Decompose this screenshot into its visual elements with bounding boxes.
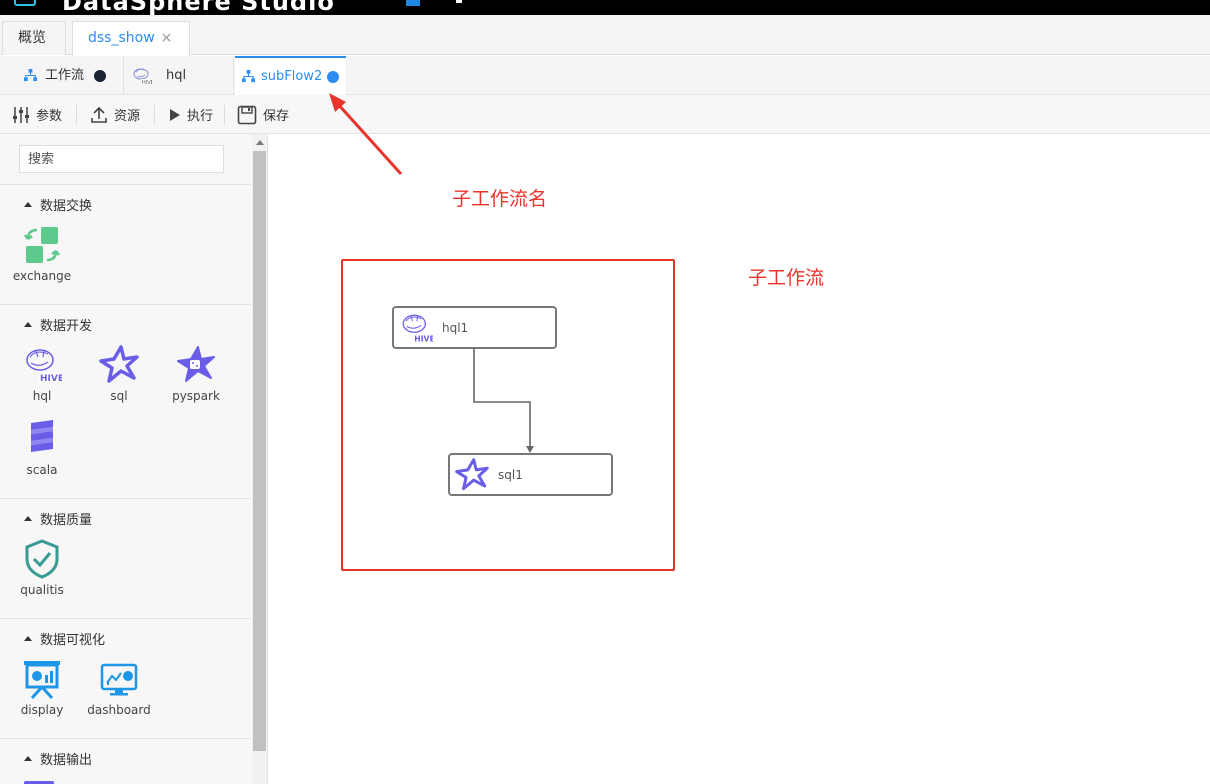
flow-node-sql1[interactable]: sql1 bbox=[448, 453, 613, 496]
svg-text:HIVE: HIVE bbox=[414, 334, 433, 343]
annotation-subflow-name: 子工作流名 bbox=[452, 188, 548, 210]
annotation-subflow: 子工作流 bbox=[748, 267, 825, 289]
flow-node-label: hql1 bbox=[442, 320, 469, 335]
flow-node-label: sql1 bbox=[498, 467, 523, 482]
annotation-arrow-line bbox=[335, 101, 403, 176]
spark-star-icon bbox=[455, 457, 489, 490]
hive-icon: HIVE bbox=[402, 314, 433, 343]
app-window: DataSphere Studio 概览 dss_show× 工作流 HIVE … bbox=[0, 0, 1210, 784]
flow-node-hql1[interactable]: HIVE hql1 bbox=[392, 306, 557, 349]
